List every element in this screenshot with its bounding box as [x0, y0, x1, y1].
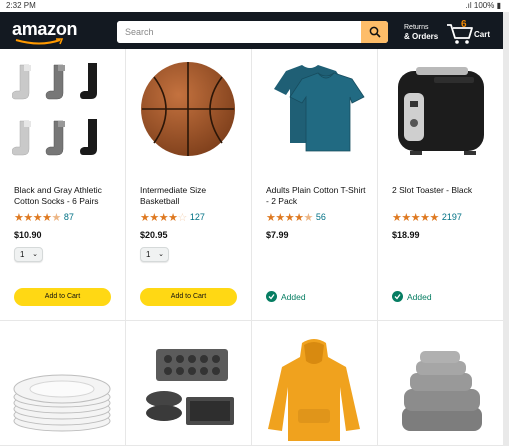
cart-label: Cart: [474, 30, 491, 39]
product-card-basketball: Intermediate Size Basketball ★★★★☆ 127 $…: [126, 49, 252, 321]
cart-link[interactable]: 6 Cart: [446, 19, 498, 46]
chevron-down-icon: ⌄: [32, 251, 38, 258]
toaster-image: [398, 67, 484, 155]
product-price: $10.90: [14, 230, 42, 240]
rating-stars-icon: ★★★★★: [266, 211, 313, 224]
status-battery: .ıl 100% ▮: [465, 1, 501, 10]
product-card-tshirt: Adults Plain Cotton T-Shirt - 2 Pack ★★★…: [252, 49, 378, 321]
product-name[interactable]: Intermediate Size Basketball: [140, 185, 244, 207]
added-label: Added: [407, 291, 432, 302]
product-rating[interactable]: ★★★★★ 87: [14, 211, 74, 224]
towels-image: [402, 351, 482, 431]
chevron-down-icon: ⌄: [158, 251, 164, 258]
status-bar: 2:32 PM .ıl 100% ▮: [0, 0, 509, 12]
product-card-hoodie: [252, 321, 378, 446]
quantity-value: 1: [20, 250, 25, 259]
rating-count[interactable]: 87: [64, 212, 74, 222]
checkmark-icon: [392, 291, 403, 302]
product-name[interactable]: 2 Slot Toaster - Black: [392, 185, 496, 196]
site-header: amazon Returns & Orders 6 Cart: [0, 12, 503, 49]
returns-orders-link[interactable]: Returns & Orders: [404, 23, 438, 42]
quantity-select[interactable]: 1 ⌄: [140, 247, 169, 262]
quantity-select[interactable]: 1 ⌄: [14, 247, 43, 262]
products-grid: Black and Gray Athletic Cotton Socks - 6…: [0, 49, 503, 446]
added-status: Added: [392, 291, 432, 302]
product-card-socks: Black and Gray Athletic Cotton Socks - 6…: [0, 49, 126, 321]
added-label: Added: [281, 291, 306, 302]
basketball-image: [141, 62, 235, 156]
bakeware-image: [146, 349, 234, 425]
product-card-bakeware: [126, 321, 252, 446]
product-card-plates: [0, 321, 126, 446]
rating-stars-icon: ★★★★☆: [140, 211, 187, 224]
product-price: $20.95: [140, 230, 168, 240]
product-card-toaster: 2 Slot Toaster - Black ★★★★★ 2197 $18.99…: [378, 49, 503, 321]
hoodie-image: [268, 339, 360, 441]
add-to-cart-button[interactable]: Add to Cart: [14, 288, 111, 306]
product-rating[interactable]: ★★★★★ 2197: [392, 211, 462, 224]
search-icon: [369, 26, 381, 38]
rating-stars-icon: ★★★★★: [392, 211, 439, 224]
rating-stars-icon: ★★★★★: [14, 211, 61, 224]
amazon-logo[interactable]: amazon: [12, 19, 78, 45]
orders-line1: Returns: [404, 24, 429, 31]
product-name[interactable]: Black and Gray Athletic Cotton Socks - 6…: [14, 185, 118, 207]
product-price: $7.99: [266, 230, 289, 240]
status-time: 2:32 PM: [6, 1, 36, 10]
quantity-value: 1: [146, 250, 151, 259]
tshirt-image: [274, 65, 365, 152]
rating-count[interactable]: 2197: [442, 212, 462, 222]
product-rating[interactable]: ★★★★☆ 127: [140, 211, 205, 224]
cart-icon: [447, 24, 473, 44]
cart-count: 6: [461, 19, 467, 30]
rating-count[interactable]: 127: [190, 212, 205, 222]
product-name[interactable]: Adults Plain Cotton T-Shirt - 2 Pack: [266, 185, 370, 207]
product-rating[interactable]: ★★★★★ 56: [266, 211, 326, 224]
smile-arrow-icon: [15, 38, 64, 45]
product-card-towels: [378, 321, 503, 446]
orders-line2: & Orders: [404, 32, 439, 41]
page-scrollbar[interactable]: [503, 12, 509, 446]
rating-count[interactable]: 56: [316, 212, 326, 222]
search-bar: [117, 21, 388, 43]
search-input[interactable]: [117, 21, 361, 43]
added-status: Added: [266, 291, 306, 302]
socks-image: [12, 63, 97, 156]
add-to-cart-button[interactable]: Add to Cart: [140, 288, 237, 306]
search-button[interactable]: [361, 21, 388, 43]
product-price: $18.99: [392, 230, 420, 240]
plates-image: [13, 374, 111, 432]
checkmark-icon: [266, 291, 277, 302]
